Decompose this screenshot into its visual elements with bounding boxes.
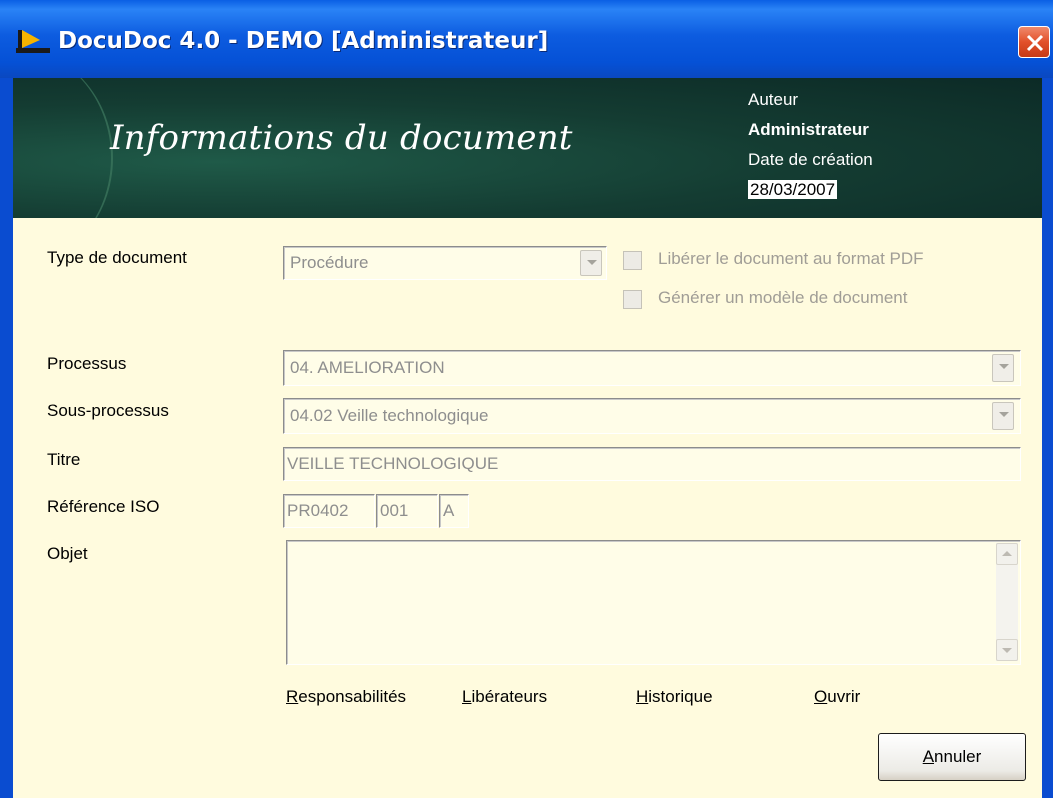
document-type-select[interactable]: Procédure — [283, 246, 607, 280]
dialog-window: DocuDoc 4.0 - DEMO [Administrateur] Info… — [0, 0, 1053, 798]
objet-scrollbar[interactable] — [996, 543, 1018, 661]
close-button[interactable] — [1018, 26, 1050, 58]
reference-iso-label: Référence ISO — [47, 497, 160, 516]
pdf-release-label: Libérer le document au format PDF — [658, 249, 924, 268]
dropdown-arrow-icon[interactable] — [992, 354, 1014, 382]
processus-label: Processus — [47, 354, 127, 373]
responsabilites-link[interactable]: Responsabilités — [286, 687, 406, 707]
objet-textarea[interactable] — [286, 540, 1021, 665]
cancel-button[interactable]: Annuler — [878, 733, 1026, 781]
window-frame-right — [1042, 78, 1053, 798]
window-frame-left — [0, 78, 13, 798]
processus-select[interactable]: 04. AMELIORATION — [283, 350, 1021, 386]
sous-processus-label: Sous-processus — [47, 401, 169, 420]
objet-label: Objet — [47, 544, 88, 563]
titre-label: Titre — [47, 450, 81, 469]
document-info-header: Informations du document Auteur Administ… — [13, 78, 1042, 218]
template-label: Générer un modèle de document — [658, 288, 908, 307]
title-bar[interactable]: DocuDoc 4.0 - DEMO [Administrateur] — [0, 0, 1053, 78]
dropdown-arrow-icon[interactable] — [580, 250, 602, 276]
titre-input[interactable]: VEILLE TECHNOLOGIQUE — [283, 447, 1021, 481]
creation-date-label: Date de création — [748, 150, 873, 169]
reference-iso-part3-input[interactable]: A — [439, 494, 469, 528]
author-value: Administrateur — [748, 120, 869, 139]
sous-processus-select[interactable]: 04.02 Veille technologique — [283, 398, 1021, 434]
scroll-down-icon[interactable] — [996, 639, 1018, 661]
close-icon — [1026, 34, 1044, 52]
decorative-arc — [13, 78, 113, 218]
reference-iso-part1-input[interactable]: PR0402 — [283, 494, 375, 528]
ouvrir-link[interactable]: Ouvrir — [814, 687, 860, 707]
window-title: DocuDoc 4.0 - DEMO [Administrateur] — [58, 28, 549, 54]
creation-date-value: 28/03/2007 — [748, 180, 838, 199]
pdf-release-checkbox[interactable] — [623, 251, 642, 270]
scroll-up-icon[interactable] — [996, 543, 1018, 565]
dropdown-arrow-icon[interactable] — [992, 402, 1014, 430]
app-logo-icon — [16, 30, 50, 53]
template-checkbox[interactable] — [623, 290, 642, 309]
reference-iso-part2-input[interactable]: 001 — [376, 494, 438, 528]
author-label: Auteur — [748, 90, 799, 109]
document-type-label: Type de document — [47, 248, 187, 267]
page-title: Informations du document — [110, 118, 573, 158]
historique-link[interactable]: Historique — [636, 687, 713, 707]
form-content: Type de document Procédure Libérer le do… — [13, 218, 1042, 798]
liberateurs-link[interactable]: Libérateurs — [462, 687, 547, 707]
